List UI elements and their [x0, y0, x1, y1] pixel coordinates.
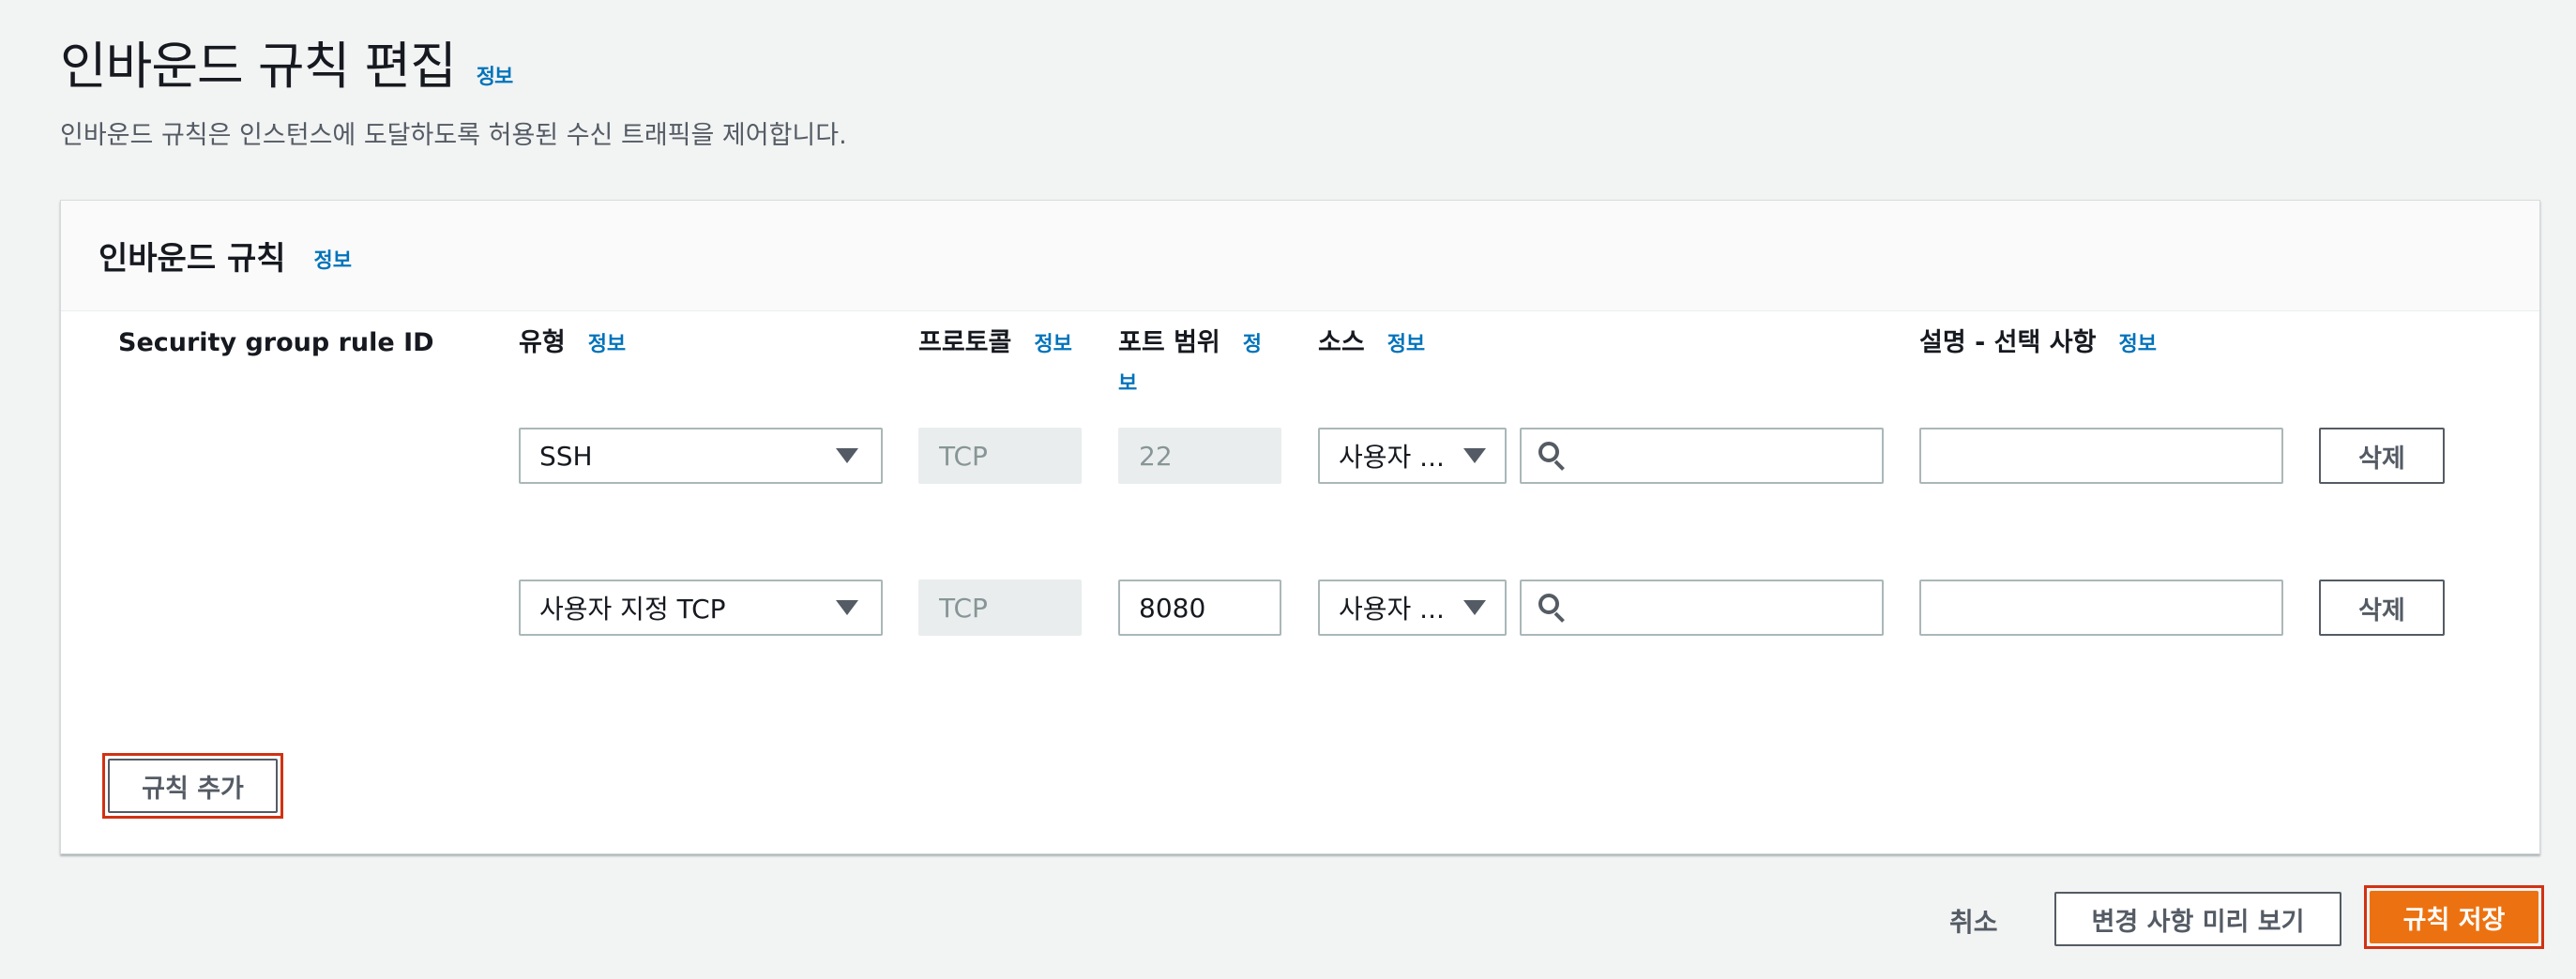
- rule-1-port-value: 22: [1139, 440, 1173, 472]
- panel-title: 인바운드 규칙: [98, 240, 286, 278]
- col-description-label: 설명 - 선택 사항: [1919, 328, 2097, 357]
- chevron-down-icon: [836, 600, 858, 615]
- col-port-info-link-a[interactable]: 정: [1243, 333, 1262, 356]
- save-rules-button[interactable]: 규칙 저장: [2370, 891, 2538, 943]
- rule-1-delete-button[interactable]: 삭제: [2319, 428, 2445, 484]
- col-source-label: 소스: [1318, 328, 1365, 357]
- col-type-label: 유형: [519, 328, 566, 357]
- col-protocol-info-link[interactable]: 정보: [1034, 333, 1071, 356]
- rule-1-protocol-value: TCP: [939, 440, 988, 472]
- col-type-info-link[interactable]: 정보: [588, 333, 626, 356]
- rule-1-source-search-input[interactable]: [1520, 428, 1884, 484]
- chevron-down-icon: [1463, 600, 1486, 615]
- rule-2-protocol-value: TCP: [939, 592, 988, 624]
- add-rule-button[interactable]: 규칙 추가: [108, 759, 278, 813]
- rule-2-type-value: 사용자 지정 TCP: [539, 594, 726, 625]
- rule-2-port-value: 8080: [1139, 592, 1206, 624]
- col-rule-id: Security group rule ID: [118, 324, 434, 362]
- page-description: 인바운드 규칙은 인스턴스에 도달하도록 허용된 수신 트래픽을 제어합니다.: [60, 121, 847, 150]
- rule-2-protocol-field: TCP: [918, 580, 1082, 636]
- rule-2-delete-button[interactable]: 삭제: [2319, 580, 2445, 636]
- inbound-rules-panel: 인바운드 규칙 정보 Security group rule ID 유형 정보 프…: [60, 200, 2540, 854]
- rule-2-port-input[interactable]: 8080: [1118, 580, 1281, 636]
- col-port-range-label: 포트 범위: [1118, 328, 1220, 357]
- rule-1-type-select[interactable]: SSH: [519, 428, 883, 484]
- col-description-info-link[interactable]: 정보: [2118, 333, 2156, 356]
- rule-1-description-input[interactable]: [1919, 428, 2283, 484]
- col-port-info-link-b[interactable]: 보: [1118, 372, 1137, 396]
- col-source-info-link[interactable]: 정보: [1387, 333, 1425, 356]
- rule-1-protocol-field: TCP: [918, 428, 1082, 484]
- rule-1-type-value: SSH: [539, 440, 593, 472]
- col-rule-id-label: Security group rule ID: [118, 328, 434, 357]
- page-info-link[interactable]: 정보: [477, 60, 513, 90]
- col-protocol: 프로토콜 정보: [918, 324, 1072, 364]
- page-title: 인바운드 규칙 편집 정보: [60, 24, 513, 98]
- rule-2-source-value: 사용자 ...: [1339, 594, 1445, 625]
- chevron-down-icon: [836, 448, 858, 463]
- rule-2-type-select[interactable]: 사용자 지정 TCP: [519, 580, 883, 636]
- col-type: 유형 정보: [519, 324, 626, 364]
- cancel-button[interactable]: 취소: [1949, 902, 1998, 940]
- panel-header: 인바운드 규칙 정보: [61, 201, 2539, 311]
- rule-1-source-select[interactable]: 사용자 ...: [1318, 428, 1507, 484]
- search-icon: [1537, 440, 1568, 472]
- rule-1-source-value: 사용자 ...: [1339, 442, 1445, 473]
- rule-2-source-select[interactable]: 사용자 ...: [1318, 580, 1507, 636]
- rule-2-description-input[interactable]: [1919, 580, 2283, 636]
- preview-changes-button[interactable]: 변경 사항 미리 보기: [2054, 892, 2341, 946]
- rule-2-source-search-input[interactable]: [1520, 580, 1884, 636]
- chevron-down-icon: [1463, 448, 1486, 463]
- col-source: 소스 정보: [1318, 324, 1425, 364]
- col-port-range: 포트 범위 정 보: [1118, 324, 1287, 403]
- search-icon: [1537, 592, 1568, 624]
- rule-1-port-field: 22: [1118, 428, 1281, 484]
- col-description: 설명 - 선택 사항 정보: [1919, 324, 2157, 364]
- panel-info-link[interactable]: 정보: [314, 244, 352, 274]
- page-title-text: 인바운드 규칙 편집: [60, 37, 457, 96]
- col-protocol-label: 프로토콜: [918, 328, 1012, 357]
